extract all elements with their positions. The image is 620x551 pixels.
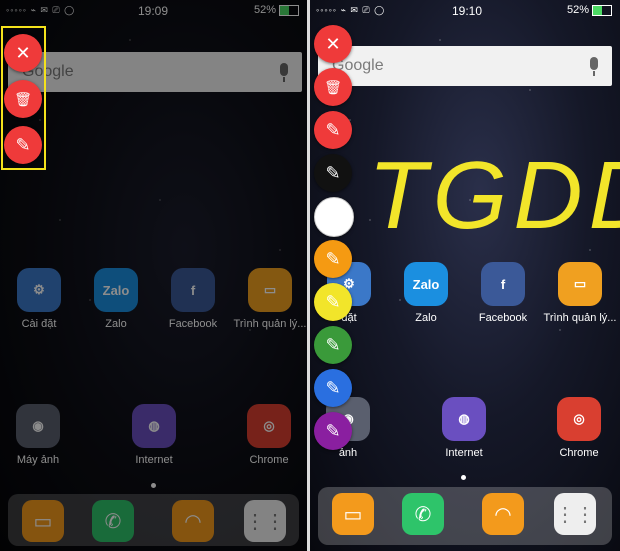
app-zalo[interactable]: Zalo Zalo — [388, 262, 464, 324]
contacts-icon[interactable]: ◠ — [482, 493, 524, 535]
page-indicator — [461, 475, 466, 480]
app-label: Internet — [445, 447, 483, 459]
folder-icon: ▭ — [558, 262, 602, 306]
trash-icon: 🗑 — [324, 78, 342, 95]
pen-orange-button[interactable]: ✎ — [314, 240, 352, 278]
app-label: ảnh — [338, 447, 358, 459]
internet-icon: ◍ — [442, 397, 486, 441]
pen-blue-button[interactable]: ✎ — [314, 369, 352, 407]
pen-white-button[interactable] — [314, 197, 354, 237]
close-icon: ✕ — [325, 33, 341, 54]
close-button[interactable]: ✕ — [314, 25, 352, 63]
pen-icon: ✎ — [325, 162, 341, 183]
app-label: Trình quản lý... — [543, 312, 617, 324]
drawing-text: TGDD — [368, 142, 620, 249]
app-internet[interactable]: ◍ Internet — [426, 397, 502, 459]
pen-icon: ✎ — [325, 377, 341, 398]
app-folder[interactable]: ▭ Trình quản lý... — [542, 262, 618, 324]
app-label: Zalo — [415, 312, 437, 324]
left-screenshot: ◦◦◦◦◦ ⌁ ✉ ⎚ ◯ 19:09 52% Google ⚙ Cài đặt Z… — [0, 0, 307, 551]
right-screenshot: ◦◦◦◦◦ ⌁ ✉ ⎚ ◯ 19:10 52% Google TGDD ⚙đặt… — [310, 0, 620, 551]
dim-overlay — [0, 0, 307, 551]
pen-icon: ✎ — [325, 420, 341, 441]
app-label: Facebook — [478, 312, 528, 324]
dock: ▭ ✆ ◠ ⋮⋮ — [318, 487, 612, 545]
facebook-icon: f — [481, 262, 525, 306]
pen-green-button[interactable]: ✎ — [314, 326, 352, 364]
app-chrome[interactable]: ◎ Chrome — [541, 397, 617, 459]
pen-red-button[interactable]: ✎ — [314, 111, 352, 149]
zalo-icon: Zalo — [404, 262, 448, 306]
pen-purple-button[interactable]: ✎ — [314, 412, 352, 450]
pen-icon: ✎ — [325, 334, 341, 355]
apps-icon[interactable]: ⋮⋮ — [554, 493, 596, 535]
delete-button[interactable]: 🗑 — [314, 68, 352, 106]
phone-icon[interactable]: ✆ — [402, 493, 444, 535]
app-label: Chrome — [559, 447, 599, 459]
app-facebook[interactable]: f Facebook — [465, 262, 541, 324]
highlight-box — [1, 26, 46, 170]
pen-yellow-button[interactable]: ✎ — [314, 283, 352, 321]
chrome-icon: ◎ — [557, 397, 601, 441]
pen-icon: ✎ — [325, 248, 341, 269]
message-icon[interactable]: ▭ — [332, 493, 374, 535]
pen-icon: ✎ — [325, 291, 341, 312]
pen-icon: ✎ — [325, 119, 341, 140]
pen-black-button[interactable]: ✎ — [314, 154, 352, 192]
